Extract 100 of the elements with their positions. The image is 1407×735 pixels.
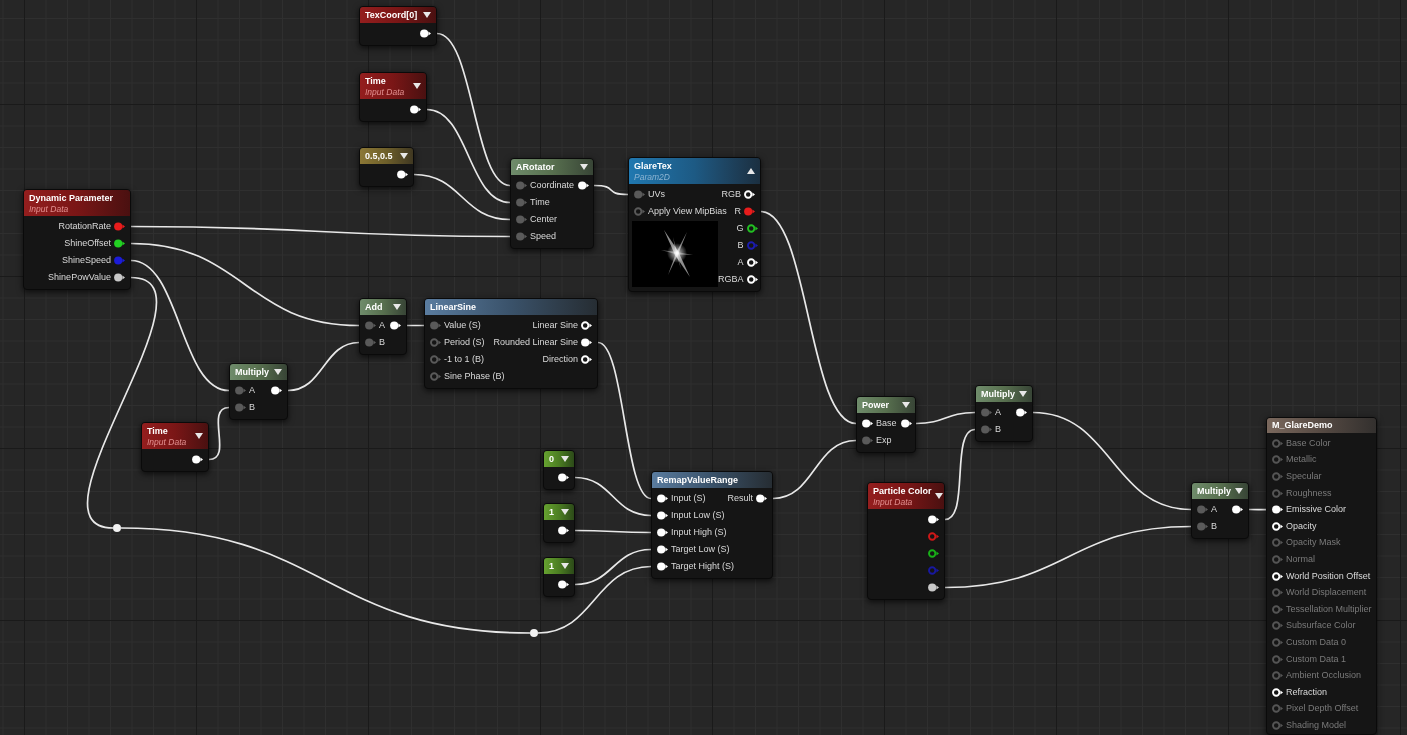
material-node[interactable] [1266,417,1377,735]
caret-down-icon[interactable] [561,563,569,569]
material-node[interactable]: RemapValueRange Input (S) Result Input Low (S) Input High (S) Target Low (S) Target Hight (S) [651,471,773,579]
input-pin-icon[interactable] [235,386,246,395]
caret-down-icon[interactable] [274,369,282,375]
output-pin-icon[interactable] [578,181,590,190]
input-pin-icon[interactable] [430,355,441,364]
material-node[interactable]: Power Base Exp [856,396,916,453]
input-pin-icon[interactable] [516,215,527,224]
input-pin-icon[interactable] [657,511,668,520]
caret-down-icon[interactable] [393,304,401,310]
caret-down-icon[interactable] [561,509,569,515]
output-pin-icon[interactable] [581,355,592,364]
pin-label: Shading Model [1286,720,1347,730]
pin-label: Sine Phase (B) [444,372,505,381]
output-pin-icon[interactable] [420,29,431,38]
output-pin-icon[interactable] [558,526,569,535]
input-pin-icon[interactable] [1272,505,1283,515]
input-pin-icon[interactable] [1197,505,1208,514]
pin-label: B [249,403,255,412]
material-node[interactable]: Time Input Data [359,72,427,122]
caret-down-icon[interactable] [1019,391,1027,397]
input-pin-icon[interactable] [430,372,441,381]
output-pin-icon[interactable] [928,515,939,524]
caret-down-icon[interactable] [413,83,421,89]
reroute-knot-icon[interactable] [530,629,538,637]
input-pin-icon[interactable] [516,232,527,241]
input-pin-icon[interactable] [981,425,992,434]
material-node[interactable]: 0 [543,450,575,490]
pin-label: Rounded Linear Sine [493,338,578,347]
output-pin-icon[interactable] [746,275,758,284]
output-pin-icon[interactable] [558,580,569,589]
output-pin-icon[interactable] [1232,505,1243,514]
input-pin-icon[interactable] [657,562,668,571]
output-pin-icon[interactable] [928,583,939,592]
caret-down-icon[interactable] [561,456,569,462]
input-pin-icon[interactable] [634,190,645,199]
material-node[interactable]: Time Input Data [141,422,209,472]
input-pin-icon[interactable] [430,338,441,347]
material-node[interactable]: TexCoord[0] [359,6,437,46]
input-pin-icon[interactable] [516,198,527,207]
caret-down-icon[interactable] [580,164,588,170]
material-node[interactable]: Particle Color Input Data [867,482,945,600]
input-pin-icon[interactable] [235,403,246,412]
output-pin-icon[interactable] [558,473,569,482]
output-pin-icon[interactable] [581,321,592,330]
pin-label: Time [530,198,550,207]
input-pin-icon[interactable] [1197,522,1208,531]
output-pin-icon[interactable] [744,190,755,199]
input-pin-icon[interactable] [1272,571,1283,581]
material-node[interactable]: Multiply A B [975,385,1033,442]
input-pin-icon[interactable] [657,528,668,537]
reroute-knot-icon[interactable] [113,524,121,532]
input-pin-icon[interactable] [516,181,527,190]
material-node[interactable]: ARotator Coordinate Time Center Speed [510,158,594,249]
material-node[interactable]: LinearSine Value (S) Linear Sine Period (S) Rounded Linear Sine -1 to 1 (B) Direction Sine Phase (B) [424,298,598,389]
material-node[interactable]: 1 [543,503,575,543]
output-pin-icon[interactable] [114,273,125,282]
material-node[interactable]: Multiply A B [229,363,288,420]
input-pin-icon[interactable] [862,436,873,445]
input-pin-icon[interactable] [657,545,668,554]
pin-label: Input (S) [671,494,706,503]
output-pin-icon[interactable] [410,105,421,114]
material-node[interactable]: Multiply A B [1191,482,1249,539]
caret-down-icon[interactable] [1235,488,1243,494]
output-pin-icon[interactable] [390,321,401,330]
caret-down-icon[interactable] [423,12,431,18]
material-node[interactable]: 1 [543,557,575,597]
input-pin-icon[interactable] [634,207,645,216]
pin-label: Ambient Occlusion [1286,671,1362,681]
output-pin-icon[interactable] [756,494,767,503]
material-node[interactable]: Dynamic Parameter Input Data RotationRate ShineOffset ShineSpeed ShinePowValue [23,189,131,290]
pin-label: Metallic [1286,455,1317,465]
output-pin-icon[interactable] [192,455,203,464]
output-pin-icon[interactable] [271,386,282,395]
material-node[interactable]: Add A B [359,298,407,355]
output-pin-icon[interactable] [397,170,408,179]
input-pin-icon[interactable] [1272,687,1283,697]
caret-down-icon[interactable] [195,433,203,439]
output-pin-icon[interactable] [581,338,592,347]
caret-down-icon[interactable] [400,153,408,159]
caret-down-icon[interactable] [934,493,943,499]
caret-down-icon[interactable] [902,402,910,408]
caret-up-icon[interactable] [747,168,755,174]
input-pin-icon[interactable] [365,338,376,347]
output-pin-icon[interactable] [114,239,125,248]
material-node[interactable]: GlareTex Param2D UVs RGB Apply View MipBias R G B A RGBA [628,157,761,292]
output-pin-icon[interactable] [1016,408,1027,417]
input-pin-icon[interactable] [981,408,992,417]
input-pin-icon[interactable] [862,419,873,428]
input-pin-icon[interactable] [657,494,668,503]
output-pin-icon[interactable] [900,419,912,428]
material-node[interactable]: 0.5,0.5 [359,147,414,187]
input-pin-icon[interactable] [365,321,376,330]
input-pin-icon[interactable] [1272,521,1283,531]
output-pin-icon[interactable] [746,258,758,267]
pin-label: RGB [721,190,741,199]
output-pin-icon[interactable] [928,549,939,558]
input-pin-icon[interactable] [430,321,441,330]
output-pin-icon[interactable] [746,224,758,233]
